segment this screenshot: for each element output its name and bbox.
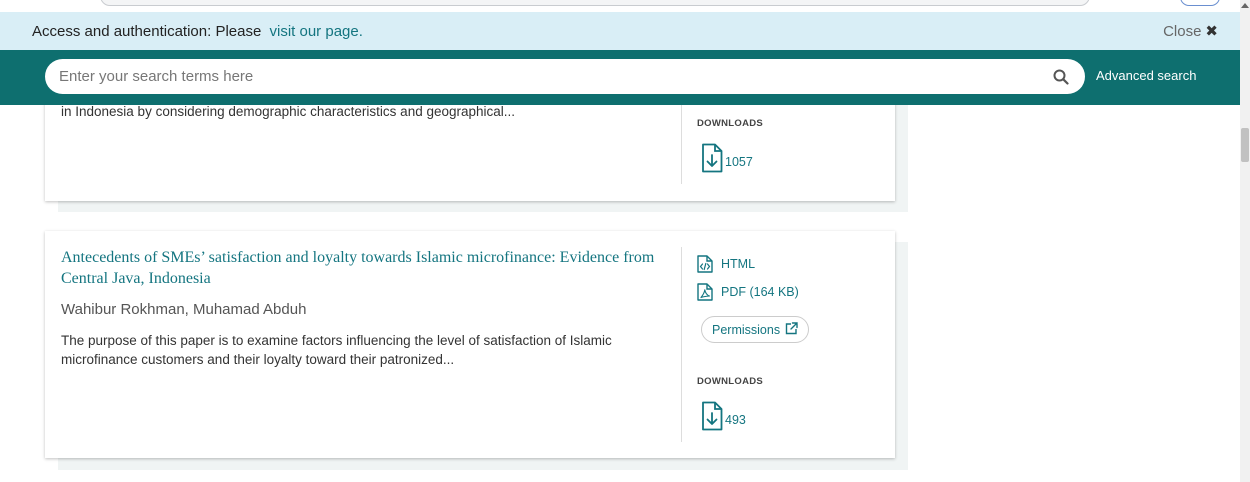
downloads-count: 493: [701, 401, 746, 434]
close-button[interactable]: Close ✖: [1163, 22, 1218, 41]
pdf-file-icon: [697, 283, 713, 301]
result-abstract: The purpose of this paper is to examine …: [61, 333, 612, 367]
notice-link[interactable]: visit our page.: [270, 23, 363, 40]
downloads-value: 493: [725, 413, 746, 427]
pdf-label: PDF (164 KB): [721, 285, 799, 299]
permissions-label: Permissions: [712, 322, 781, 337]
scroll-up-arrow-icon[interactable]: [1241, 3, 1249, 8]
downloads-label: DOWNLOADS: [697, 118, 764, 129]
browser-profile-button[interactable]: [1180, 0, 1220, 6]
search-bar: Advanced search: [0, 50, 1240, 105]
browser-top-strip: [0, 0, 1250, 12]
page: in Indonesia by considering demographic …: [0, 0, 1250, 482]
result-authors: Wahibur Rokhman, Muhamad Abduh: [61, 301, 307, 318]
scrollbar[interactable]: [1240, 0, 1250, 482]
html-link[interactable]: HTML: [697, 255, 755, 273]
result-title[interactable]: Antecedents of SMEs’ satisfaction and lo…: [61, 247, 661, 289]
download-icon: [701, 143, 723, 176]
external-link-icon: [785, 321, 798, 338]
downloads-value: 1057: [725, 155, 753, 169]
card-divider: [681, 104, 682, 184]
close-icon: ✖: [1205, 23, 1218, 40]
notice-text: Access and authentication: Please: [32, 22, 262, 40]
result-card: Antecedents of SMEs’ satisfaction and lo…: [45, 231, 895, 458]
scrollbar-thumb[interactable]: [1241, 128, 1249, 162]
advanced-search-link[interactable]: Advanced search: [1096, 68, 1196, 83]
html-label: HTML: [721, 257, 756, 271]
notice-message: Access and authentication: Please visit …: [32, 23, 363, 40]
downloads-count: 1057: [701, 143, 753, 176]
search-icon[interactable]: [1051, 67, 1071, 87]
search-input[interactable]: [59, 68, 1051, 85]
close-label: Close: [1163, 22, 1202, 40]
pdf-link[interactable]: PDF (164 KB): [697, 283, 799, 301]
html-file-icon: [697, 255, 713, 273]
card-divider: [681, 247, 682, 442]
download-icon: [701, 401, 723, 434]
permissions-button[interactable]: Permissions: [701, 316, 810, 343]
access-notice-banner: Access and authentication: Please visit …: [0, 12, 1240, 50]
browser-address-bar[interactable]: [100, 0, 1090, 6]
downloads-label: DOWNLOADS: [697, 376, 764, 387]
search-box: [45, 59, 1085, 94]
